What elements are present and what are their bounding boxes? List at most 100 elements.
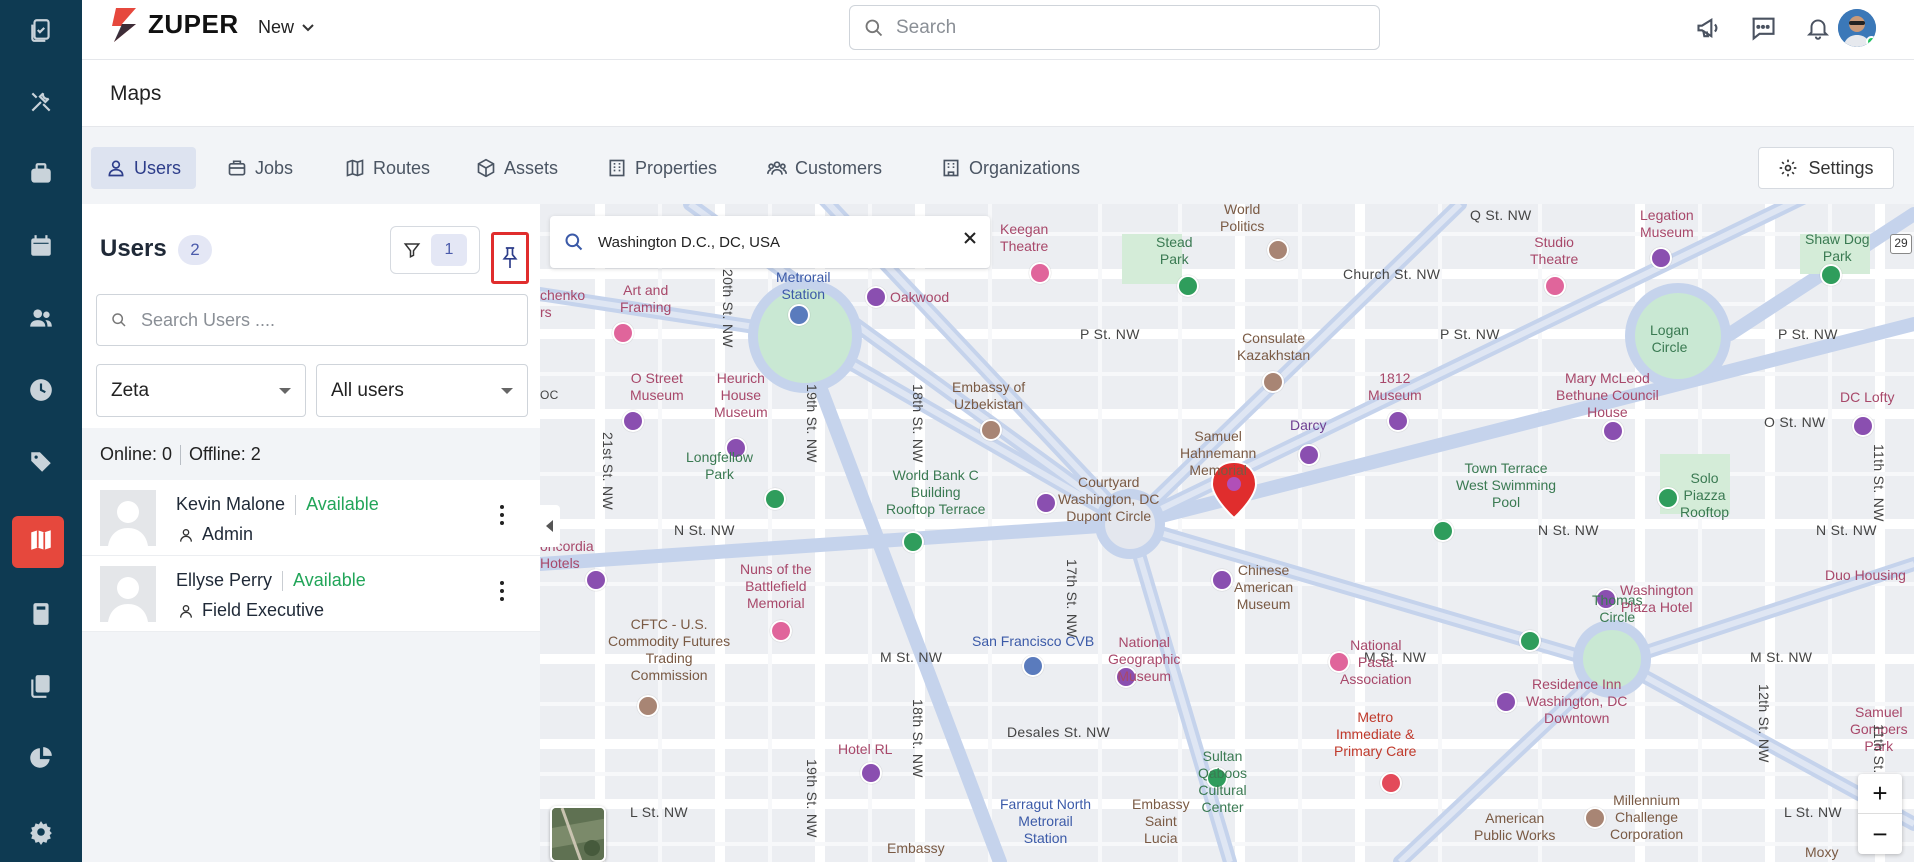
online-count: Online: 0 <box>100 444 173 464</box>
map-label: Moxy <box>1805 844 1839 860</box>
map-canvas[interactable]: World Politics Keegan Theatre Stead Park Ch… <box>540 204 1914 862</box>
user-avatar[interactable] <box>1838 9 1876 47</box>
rail-calendar-icon[interactable] <box>0 216 82 276</box>
poi-marker[interactable] <box>1022 655 1044 677</box>
user-list-item[interactable]: Ellyse Perry Available Field Executive <box>82 556 540 632</box>
users-search[interactable] <box>96 294 528 346</box>
user-icon <box>108 160 124 177</box>
satellite-toggle[interactable] <box>550 806 606 862</box>
map-label: L St. NW <box>630 804 688 820</box>
tab-properties[interactable]: Properties <box>592 147 732 189</box>
rail-clock-icon[interactable] <box>0 360 82 420</box>
poi-marker[interactable] <box>764 488 786 510</box>
rail-tools-icon[interactable] <box>0 72 82 132</box>
poi-marker[interactable] <box>637 695 659 717</box>
map-label: Millennium Challenge Corporation <box>1610 792 1684 842</box>
global-search[interactable] <box>849 5 1380 50</box>
map-location-search[interactable]: Washington D.C., DC, USA <box>550 216 990 268</box>
poi-marker[interactable] <box>1298 444 1320 466</box>
map-label: Sultan Qaboos Cultural Center <box>1198 748 1248 815</box>
map-label: Keegan Theatre <box>1000 221 1049 254</box>
zoom-in-button[interactable]: + <box>1858 774 1902 814</box>
settings-button[interactable]: Settings <box>1758 147 1894 189</box>
poi-marker[interactable] <box>770 620 792 642</box>
user-list-item[interactable]: Kevin Malone Available Admin <box>82 480 540 556</box>
poi-marker[interactable] <box>1602 420 1624 442</box>
map-label: National Pasta Association <box>1340 637 1412 687</box>
bell-icon[interactable] <box>1803 13 1833 43</box>
more-options-icon[interactable] <box>492 500 512 530</box>
user-role: Field Executive <box>202 600 325 620</box>
tab-label: Customers <box>795 157 883 178</box>
chat-icon[interactable] <box>1748 13 1778 43</box>
zuper-logo[interactable]: ZUPER <box>108 2 239 46</box>
map-label: Heurich House Museum <box>714 370 768 420</box>
map-label: Desales St. NW <box>1007 724 1110 740</box>
poi-marker[interactable] <box>1267 239 1289 261</box>
user-status-select[interactable]: All users <box>316 364 528 417</box>
global-search-input[interactable] <box>896 16 1346 39</box>
poi-marker[interactable] <box>612 322 634 344</box>
filter-button[interactable]: 1 <box>390 226 480 274</box>
tab-label: Properties <box>635 157 718 178</box>
close-icon[interactable] <box>962 230 978 246</box>
map-label: Legation Museum <box>1640 207 1694 240</box>
announcements-icon[interactable] <box>1694 13 1724 43</box>
poi-marker[interactable] <box>1029 262 1051 284</box>
gear-icon <box>1780 159 1797 177</box>
tab-customers[interactable]: Customers <box>752 147 897 189</box>
rail-briefcase-icon[interactable] <box>0 144 82 204</box>
poi-marker[interactable] <box>1380 772 1402 794</box>
poi-marker[interactable] <box>860 762 882 784</box>
settings-label: Settings <box>1808 157 1874 178</box>
poi-marker[interactable] <box>622 410 644 432</box>
poi-marker[interactable] <box>902 531 924 553</box>
poi-marker[interactable] <box>1544 275 1566 297</box>
new-menu-button[interactable]: New <box>258 17 314 38</box>
zuper-logo-icon <box>112 8 136 42</box>
poi-marker[interactable] <box>788 304 810 326</box>
tab-routes[interactable]: Routes <box>330 147 445 189</box>
poi-marker[interactable] <box>1035 492 1057 514</box>
poi-marker[interactable] <box>1387 410 1409 432</box>
poi-marker[interactable] <box>1262 371 1284 393</box>
rail-reports-icon[interactable] <box>0 728 82 788</box>
poi-marker[interactable] <box>1584 807 1606 829</box>
rail-jobs-icon[interactable] <box>0 0 82 60</box>
poi-marker[interactable] <box>980 419 1002 441</box>
poi-marker[interactable] <box>1820 264 1842 286</box>
map-label: Residence Inn Washington, DC Downtown <box>1526 676 1628 726</box>
zoom-controls: + − <box>1858 774 1902 854</box>
rail-tag-icon[interactable] <box>0 432 82 492</box>
more-options-icon[interactable] <box>492 576 512 606</box>
poi-marker[interactable] <box>1657 487 1679 509</box>
rail-team-icon[interactable] <box>0 288 82 348</box>
tab-jobs[interactable]: Jobs <box>212 147 308 189</box>
tab-organizations[interactable]: Organizations <box>926 147 1095 189</box>
users-search-input[interactable] <box>141 309 501 331</box>
rail-documents-icon[interactable] <box>0 656 82 716</box>
poi-marker[interactable] <box>1495 691 1517 713</box>
poi-marker[interactable] <box>1650 247 1672 269</box>
poi-marker[interactable] <box>1177 275 1199 297</box>
poi-marker[interactable] <box>585 569 607 591</box>
pin-button[interactable] <box>491 232 529 284</box>
map-label: N St. NW <box>1538 522 1599 538</box>
team-select[interactable]: Zeta <box>96 364 306 417</box>
rail-maps-icon[interactable] <box>0 510 82 570</box>
poi-marker[interactable] <box>865 286 887 308</box>
rail-calculator-icon[interactable] <box>0 584 82 644</box>
tab-assets[interactable]: Assets <box>461 147 573 189</box>
top-header: ZUPER New <box>82 0 1914 60</box>
poi-marker[interactable] <box>1852 415 1874 437</box>
zoom-out-button[interactable]: − <box>1858 814 1902 854</box>
map-label: Oakwood <box>890 289 950 305</box>
poi-marker[interactable] <box>1432 520 1454 542</box>
collapse-panel-button[interactable] <box>540 505 560 547</box>
poi-marker[interactable] <box>1519 630 1541 652</box>
poi-marker[interactable] <box>1211 569 1233 591</box>
map-label: American Public Works <box>1474 810 1556 843</box>
rail-settings-icon[interactable] <box>0 802 82 862</box>
tab-users[interactable]: Users <box>91 147 197 189</box>
map-label: N St. NW <box>674 522 735 538</box>
